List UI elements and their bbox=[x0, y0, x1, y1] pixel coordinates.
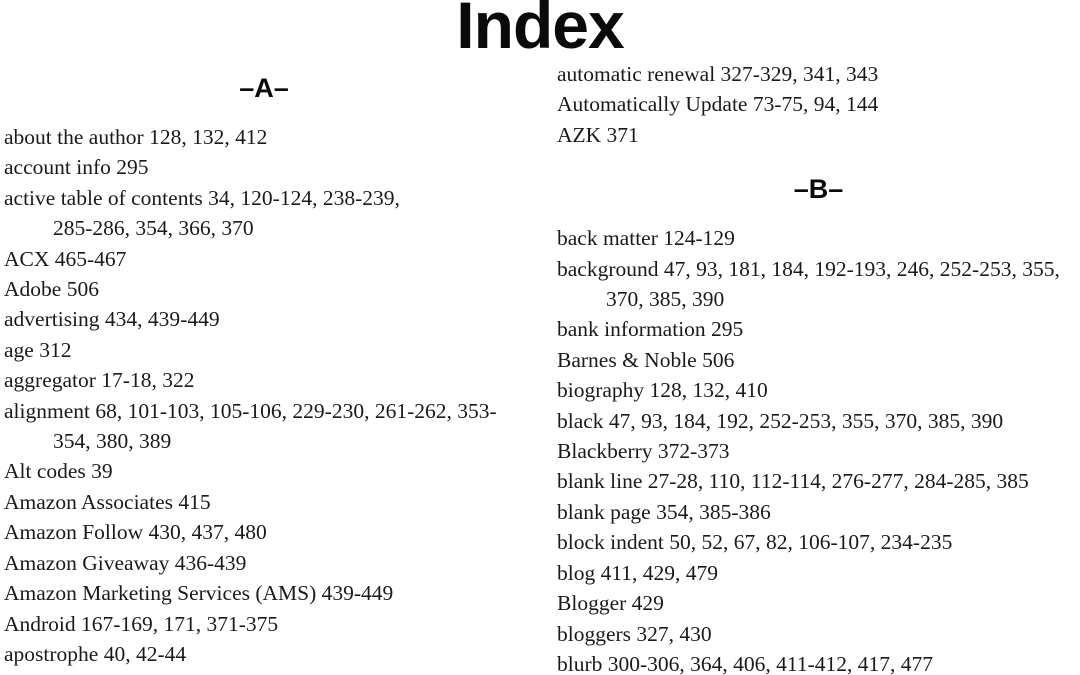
index-entry-text: blank line 27-28, 110, 112-114, 276-277,… bbox=[557, 469, 1029, 494]
index-entry: Blogger 429 bbox=[557, 588, 1080, 618]
index-entry: back matter 124-129 bbox=[557, 223, 1080, 253]
index-entry: ACX 465-467 bbox=[4, 244, 528, 274]
index-entry-text: Barnes & Noble 506 bbox=[557, 347, 735, 372]
index-entry: blog 411, 429, 479 bbox=[557, 558, 1080, 588]
index-entry-continuation: 370, 385, 390 bbox=[606, 287, 725, 312]
index-entry-text: aggregator 17-18, 322 bbox=[4, 368, 195, 393]
index-entry-text: ACX 465-467 bbox=[4, 246, 127, 271]
index-entry: about the author 128, 132, 412 bbox=[4, 122, 528, 152]
index-entry: advertising 434, 439-449 bbox=[4, 304, 528, 334]
index-entry: Amazon Associates 415 bbox=[4, 487, 528, 517]
index-entry: apostrophe 40, 42-44 bbox=[4, 639, 528, 669]
index-entry-text: block indent 50, 52, 67, 82, 106-107, 23… bbox=[557, 530, 953, 555]
index-entry-text: active table of contents 34, 120-124, 23… bbox=[4, 185, 400, 210]
index-entry: blank line 27-28, 110, 112-114, 276-277,… bbox=[557, 466, 1080, 496]
index-entry: Barnes & Noble 506 bbox=[557, 345, 1080, 375]
index-entry-text: advertising 434, 439-449 bbox=[4, 307, 220, 332]
index-entry-text: Android 167-169, 171, 371-375 bbox=[4, 611, 279, 636]
index-entry: blurb 300-306, 364, 406, 411-412, 417, 4… bbox=[557, 649, 1080, 675]
index-entry-continuation: 285-286, 354, 366, 370 bbox=[53, 216, 254, 241]
index-entry-text: blog 411, 429, 479 bbox=[557, 560, 719, 585]
index-entry-text: bloggers 327, 430 bbox=[557, 621, 712, 646]
index-entry-text: about the author 128, 132, 412 bbox=[4, 125, 268, 149]
index-entry-text: bank information 295 bbox=[557, 317, 744, 342]
index-entry: biography 128, 132, 410 bbox=[557, 375, 1080, 405]
index-entry: Automatically Update 73-75, 94, 144 bbox=[557, 89, 1080, 119]
index-entry: blank page 354, 385-386 bbox=[557, 497, 1080, 527]
index-entry-list-right-b: back matter 124-129 background 47, 93, 18… bbox=[557, 223, 1080, 675]
index-entry: AZK 371 bbox=[557, 120, 1080, 150]
index-entry-text: Amazon Giveaway 436-439 bbox=[4, 550, 247, 575]
index-entry-text: Blackberry 372-373 bbox=[557, 439, 730, 464]
index-entry-text: Blogger 429 bbox=[557, 591, 664, 616]
index-entry-text: AZK 371 bbox=[557, 122, 639, 147]
index-entry-text: back matter 124-129 bbox=[557, 226, 735, 251]
index-entry-text: age 312 bbox=[4, 337, 72, 362]
index-entry-list-left: about the author 128, 132, 412 account in… bbox=[4, 122, 528, 669]
index-entry: black 47, 93, 184, 192, 252-253, 355, 37… bbox=[557, 406, 1080, 436]
index-entry: account info 295 bbox=[4, 152, 528, 182]
index-entry-text: blurb 300-306, 364, 406, 411-412, 417, 4… bbox=[557, 651, 934, 675]
index-entry-text: apostrophe 40, 42-44 bbox=[4, 641, 187, 666]
index-entry-text: blank page 354, 385-386 bbox=[557, 499, 771, 524]
index-entry-text: account info 295 bbox=[4, 155, 149, 180]
index-entry-text: Amazon Marketing Services (AMS) 439-449 bbox=[4, 581, 394, 606]
index-entry-text: Automatically Update 73-75, 94, 144 bbox=[557, 92, 879, 117]
index-page: Index –A– about the author 128, 132, 412… bbox=[0, 0, 1080, 675]
index-entry: Android 167-169, 171, 371-375 bbox=[4, 609, 528, 639]
index-column-left: –A– about the author 128, 132, 412 accoun… bbox=[4, 0, 528, 675]
index-entry: block indent 50, 52, 67, 82, 106-107, 23… bbox=[557, 527, 1080, 557]
index-entry-text: alignment 68, 101-103, 105-106, 229-230,… bbox=[4, 398, 497, 423]
index-entry: automatic renewal 327-329, 341, 343 bbox=[557, 59, 1080, 89]
index-entry: bloggers 327, 430 bbox=[557, 619, 1080, 649]
index-entry-list-right-a: automatic renewal 327-329, 341, 343 Autom… bbox=[557, 59, 1080, 150]
letter-divider-b: –B– bbox=[793, 174, 844, 205]
index-entry: Amazon Marketing Services (AMS) 439-449 bbox=[4, 578, 528, 608]
index-entry: background 47, 93, 181, 184, 192-193, 24… bbox=[557, 254, 1080, 315]
index-entry-text: Amazon Follow 430, 437, 480 bbox=[4, 520, 267, 545]
index-entry: age 312 bbox=[4, 335, 528, 365]
index-entry: aggregator 17-18, 322 bbox=[4, 365, 528, 395]
index-entry-text: background 47, 93, 181, 184, 192-193, 24… bbox=[557, 256, 1060, 281]
index-entry-continuation: 354, 380, 389 bbox=[53, 429, 172, 454]
index-entry-text: black 47, 93, 184, 192, 252-253, 355, 37… bbox=[557, 408, 1004, 433]
index-entry: Amazon Follow 430, 437, 480 bbox=[4, 517, 528, 547]
letter-divider-a: –A– bbox=[239, 73, 289, 103]
index-column-right: automatic renewal 327-329, 341, 343 Autom… bbox=[557, 0, 1080, 675]
index-entry-text: Amazon Associates 415 bbox=[4, 489, 211, 514]
index-entry-text: biography 128, 132, 410 bbox=[557, 378, 768, 403]
index-entry: bank information 295 bbox=[557, 314, 1080, 344]
index-entry: Alt codes 39 bbox=[4, 456, 528, 486]
index-entry-text: Alt codes 39 bbox=[4, 459, 113, 484]
index-entry: active table of contents 34, 120-124, 23… bbox=[4, 183, 528, 244]
index-entry: Amazon Giveaway 436-439 bbox=[4, 548, 528, 578]
index-entry: alignment 68, 101-103, 105-106, 229-230,… bbox=[4, 396, 528, 457]
index-entry-text: Adobe 506 bbox=[4, 277, 99, 302]
index-entry-text: automatic renewal 327-329, 341, 343 bbox=[557, 62, 879, 86]
index-entry: Adobe 506 bbox=[4, 274, 528, 304]
index-entry: Blackberry 372-373 bbox=[557, 436, 1080, 466]
